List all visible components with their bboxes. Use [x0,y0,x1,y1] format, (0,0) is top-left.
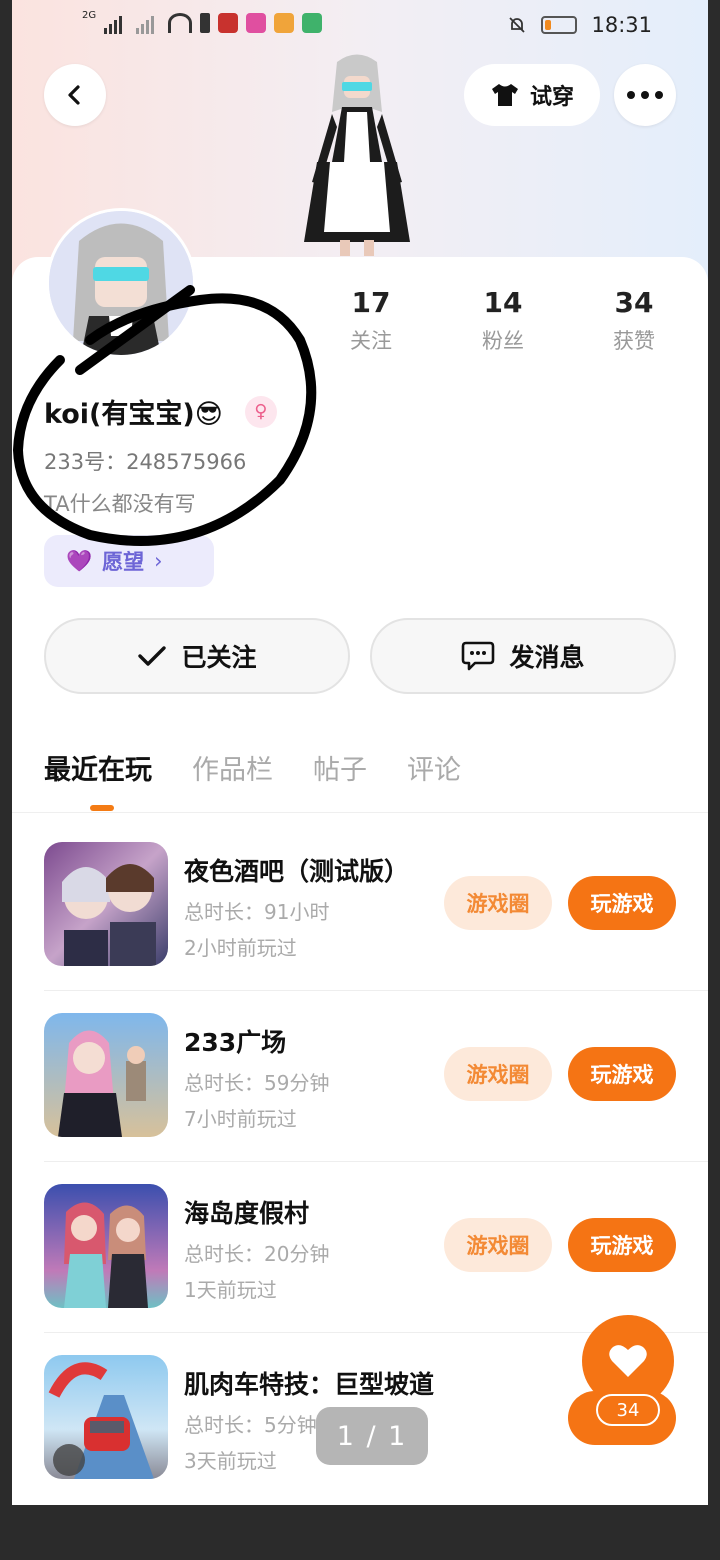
signal-icon [104,12,128,34]
sim-icon [200,13,211,33]
game-last-played: 1天前玩过 [184,1278,277,1302]
app-notification-icon [302,13,323,33]
try-on-label: 试穿 [529,85,574,110]
game-name: 海岛度假村 [184,1199,310,1228]
following-label: 关注 [350,329,392,353]
tab-recently-played[interactable]: 最近在玩 [44,748,152,787]
try-on-button[interactable]: 试穿 [464,64,600,126]
chat-bubble-icon [462,641,495,671]
game-duration: 总时长：59分钟 [184,1071,330,1095]
chevron-right-icon: › [154,549,163,573]
send-message-label: 发消息 [509,643,585,672]
tab-indicator [90,805,114,811]
game-last-played: 7小时前玩过 [184,1107,297,1131]
game-thumbnail [44,1355,168,1479]
game-name: 夜色酒吧（测试版） [184,857,410,886]
stat-followers[interactable]: 14 粉丝 [438,286,568,355]
user-id[interactable]: 233号：248575966 [44,446,246,476]
game-name: 肌肉车特技：巨型坡道 [184,1370,435,1399]
battery-level [545,20,552,30]
game-thumbnail [44,1184,168,1308]
stat-following[interactable]: 17 关注 [306,286,436,355]
avatar-image [49,211,193,355]
followers-label: 粉丝 [482,329,524,353]
profile-tabs: 最近在玩 作品栏 帖子 评论 [44,748,461,787]
tab-divider [12,812,708,813]
like-count: 34 [596,1394,660,1426]
list-item[interactable]: 海岛度假村 总时长：20分钟 1天前玩过 游戏圈 玩游戏 [44,1184,676,1354]
app-notification-icon [218,13,239,33]
game-circle-button[interactable]: 游戏圈 [444,1218,552,1272]
clock: 18:31 [591,13,652,37]
play-game-button[interactable]: 玩游戏 [568,1047,676,1101]
viewer-bottom-bar [0,1505,720,1560]
game-duration: 总时长：91小时 [184,900,330,924]
tab-comments[interactable]: 评论 [407,748,461,787]
send-message-button[interactable]: 发消息 [370,618,676,694]
tab-works[interactable]: 作品栏 [192,748,273,787]
followed-button[interactable]: 已关注 [44,618,350,694]
profile-screen: 2G 18:31 试穿 17 关注 14 粉丝 34 获赞 koi(有宝宝)😎 … [12,0,708,1505]
nickname: koi(有宝宝)😎 [44,399,223,430]
nickname-row: koi(有宝宝)😎 ♀ [44,392,277,431]
game-last-played: 2小时前玩过 [184,936,297,960]
list-item[interactable]: 夜色酒吧（测试版） 总时长：91小时 2小时前玩过 游戏圈 玩游戏 [44,842,676,1012]
battery-icon [541,16,578,34]
app-notification-icon [246,13,267,33]
game-thumbnail [44,842,168,966]
play-game-button[interactable]: 玩游戏 [568,876,676,930]
game-thumbnail [44,1013,168,1137]
avatar[interactable] [46,208,196,358]
wifi-icon [168,13,193,33]
likes-count: 34 [614,286,654,319]
game-duration: 总时长：5分钟 [184,1413,317,1437]
more-dots-icon [627,91,663,99]
back-button[interactable] [44,64,106,126]
chevron-left-icon [68,85,80,105]
status-right-icons: 18:31 [507,13,652,37]
likes-label: 获赞 [613,329,655,353]
status-bar: 2G 18:31 [12,0,708,52]
status-left-icons: 2G [82,9,323,34]
wish-button[interactable]: 💜 愿望 › [44,535,214,587]
image-pager: 1 / 1 [316,1407,428,1465]
list-divider [44,990,708,991]
game-duration: 总时长：20分钟 [184,1242,330,1266]
followed-label: 已关注 [181,643,257,672]
followers-count: 14 [483,286,523,319]
play-game-button[interactable]: 玩游戏 [568,1218,676,1272]
stat-likes[interactable]: 34 获赞 [569,286,699,355]
heart-icon [609,1345,647,1377]
following-count: 17 [351,286,391,319]
list-divider [44,1161,708,1162]
checkmark-icon [138,646,167,666]
tab-posts[interactable]: 帖子 [313,748,367,787]
avatar-3d-figure [304,54,410,256]
game-circle-button[interactable]: 游戏圈 [444,876,552,930]
signal-icon-2 [136,12,160,34]
female-symbol-icon: ♀ [244,395,277,428]
app-notification-icon [274,13,295,33]
game-circle-button[interactable]: 游戏圈 [444,1047,552,1101]
game-name: 233广场 [184,1028,287,1057]
tshirt-icon [491,84,518,106]
network-label: 2G [82,9,97,21]
bio: TA什么都没有写 [44,492,196,516]
list-item[interactable]: 233广场 总时长：59分钟 7小时前玩过 游戏圈 玩游戏 [44,1013,676,1183]
heart-icon: 💜 [66,548,93,573]
wish-label: 愿望 [102,550,145,574]
more-button[interactable] [614,64,676,126]
game-last-played: 3天前玩过 [184,1449,277,1473]
bell-muted-icon [507,15,527,35]
